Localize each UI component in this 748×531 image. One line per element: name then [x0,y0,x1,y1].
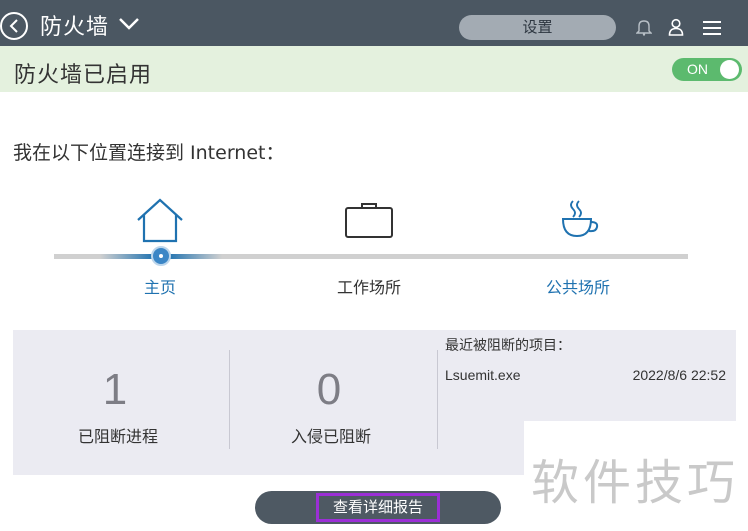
toggle-label: ON [687,61,708,77]
menu-icon[interactable] [703,20,721,36]
stats-divider [437,350,438,449]
processes-blocked-count: 1 [102,365,128,414]
settings-button[interactable]: 设置 [459,15,616,40]
blocked-item-name[interactable]: Lsuemit.exe [445,367,520,383]
firewall-toggle[interactable]: ON [672,58,742,81]
intrusions-blocked-label: 入侵已阻断 [290,427,371,446]
recent-blocked-title: 最近被阻断的项目： [445,338,571,354]
location-prompt: 我在以下位置连接到 Internet： [13,142,285,164]
watermark-text: 软件技巧 [531,455,740,511]
intrusions-blocked-count: 0 [316,365,342,414]
firewall-status-bar: 防火墙已启用 ON [0,46,748,92]
home-icon[interactable] [135,197,185,243]
firewall-status-text: 防火墙已启用 [14,63,153,88]
location-work-label[interactable]: 工作场所 [309,274,429,298]
location-public-label[interactable]: 公共场所 [518,274,638,298]
view-report-label: 查看详细报告 [316,493,440,522]
page-title[interactable]: 防火墙 [40,9,109,41]
back-button[interactable] [0,12,28,40]
chevron-down-icon[interactable] [118,17,140,31]
view-report-button[interactable]: 查看详细报告 [255,491,501,524]
location-slider-handle[interactable] [151,246,171,266]
user-icon[interactable] [668,18,684,36]
blocked-item-time: 2022/8/6 22:52 [632,367,726,383]
back-icon [9,19,18,33]
processes-blocked-label: 已阻断进程 [77,427,158,446]
coffee-cup-icon[interactable] [559,199,601,239]
bell-icon[interactable] [636,18,652,36]
location-home-label[interactable]: 主页 [100,274,220,298]
briefcase-icon[interactable] [344,201,394,239]
header-bar: 防火墙 设置 [0,0,748,46]
stats-divider [229,350,230,449]
toggle-knob [720,60,739,79]
